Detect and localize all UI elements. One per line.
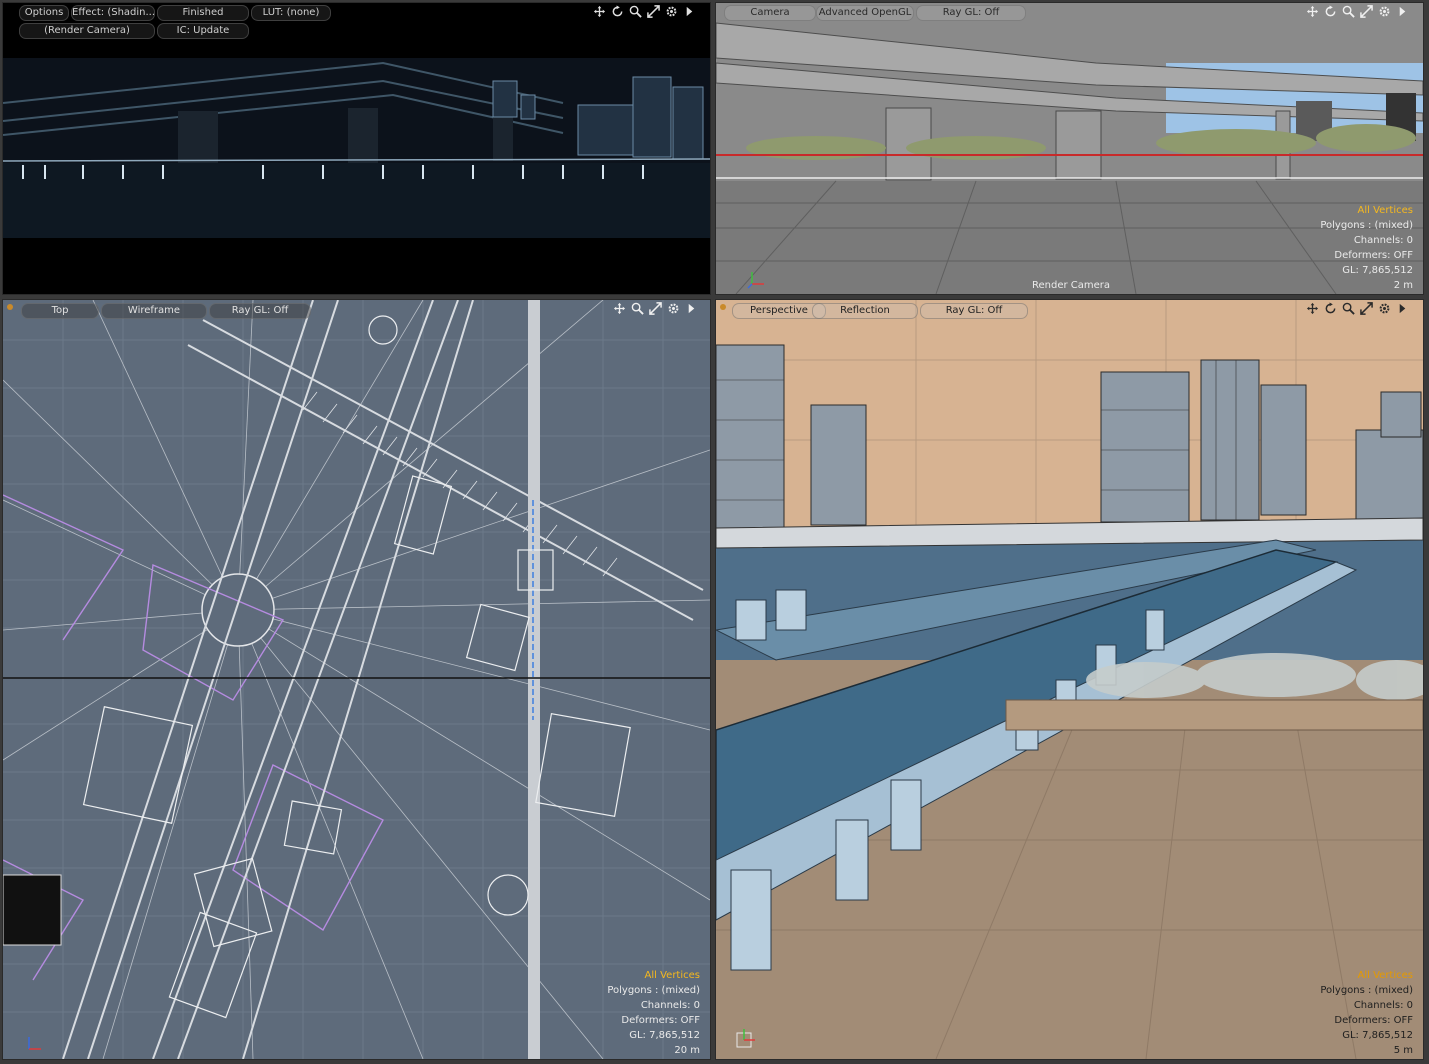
polygons-label: Polygons : (mixed) [607,985,700,996]
options-button[interactable]: Options [19,5,69,21]
axis-gizmo-icon [747,272,764,289]
top-info-overlay: All Vertices Polygons : (mixed) Channels… [607,968,700,1043]
grid-scale-label: 2 m [1393,280,1413,291]
shading-dropdown[interactable]: Reflection [812,303,918,319]
shading-dropdown[interactable]: Wireframe [101,303,207,319]
zoom-icon[interactable] [1341,4,1355,18]
view-type-dropdown[interactable]: Top [21,303,99,319]
polygons-label: Polygons : (mixed) [1320,220,1413,231]
top-view-wireframe [3,300,710,1059]
perspective-view-scene [716,300,1423,1059]
gear-icon[interactable] [1377,301,1391,315]
camera-view-controls [1305,4,1409,20]
selection-mode-label: All Vertices [1357,205,1413,216]
lut-dropdown[interactable]: LUT: (none) [251,5,331,21]
render-camera-dropdown[interactable]: (Render Camera) [19,23,155,39]
shading-dropdown[interactable]: Advanced OpenGL [816,5,914,21]
deformers-label: Deformers: OFF [621,1015,700,1026]
perspective-viewport[interactable]: Perspective Reflection Ray GL: Off All V… [715,299,1424,1060]
gl-count-label: GL: 7,865,512 [1342,265,1413,276]
selection-mode-label: All Vertices [1357,970,1413,981]
render-status-button[interactable]: Finished [157,5,249,21]
top-viewport[interactable]: Top Wireframe Ray GL: Off All Vertices P… [2,299,711,1060]
maximize-icon[interactable] [1359,301,1373,315]
selection-mode-label: All Vertices [644,970,700,981]
arrow-right-icon[interactable] [1395,4,1409,18]
deformers-label: Deformers: OFF [1334,1015,1413,1026]
gear-icon[interactable] [664,4,678,18]
rotate-icon[interactable] [1323,301,1337,315]
raygl-toggle[interactable]: Ray GL: Off [916,5,1026,21]
render-viewport[interactable]: Options Effect: (Shadin... Finished LUT:… [2,2,711,295]
gear-icon[interactable] [1377,4,1391,18]
polygons-label: Polygons : (mixed) [1320,985,1413,996]
camera-view-scene [716,3,1423,294]
rotate-icon[interactable] [610,4,624,18]
raygl-toggle[interactable]: Ray GL: Off [920,303,1028,319]
view-type-dropdown[interactable]: Camera [724,5,816,21]
top-view-controls [612,301,698,317]
maximize-icon[interactable] [648,301,662,315]
render-camera-label: Render Camera [1032,280,1111,291]
perspective-view-controls [1305,301,1409,317]
move-icon[interactable] [612,301,626,315]
arrow-right-icon[interactable] [1395,301,1409,315]
arrow-right-icon[interactable] [684,301,698,315]
camera-info-overlay: All Vertices Polygons : (mixed) Channels… [1320,203,1413,278]
move-icon[interactable] [1305,301,1319,315]
channels-label: Channels: 0 [640,1000,700,1011]
axis-gizmo-icon [28,1037,41,1050]
zoom-icon[interactable] [1341,301,1355,315]
axis-gizmo-icon [736,1029,755,1048]
top-toolbar: Top Wireframe Ray GL: Off [3,300,710,340]
zoom-icon[interactable] [630,301,644,315]
zoom-icon[interactable] [628,4,642,18]
arrow-right-icon[interactable] [682,4,696,18]
move-icon[interactable] [1305,4,1319,18]
rotate-icon[interactable] [1323,4,1337,18]
maximize-icon[interactable] [1359,4,1373,18]
camera-viewport[interactable]: Camera Advanced OpenGL Ray GL: Off All V… [715,2,1424,295]
grid-scale-label: 20 m [674,1045,700,1056]
channels-label: Channels: 0 [1353,235,1413,246]
grid-scale-label: 5 m [1393,1045,1413,1056]
channels-label: Channels: 0 [1353,1000,1413,1011]
perspective-info-overlay: All Vertices Polygons : (mixed) Channels… [1320,968,1413,1043]
gl-count-label: GL: 7,865,512 [629,1030,700,1041]
gear-icon[interactable] [666,301,680,315]
move-icon[interactable] [592,4,606,18]
deformers-label: Deformers: OFF [1334,250,1413,261]
effect-dropdown[interactable]: Effect: (Shadin... [71,5,155,21]
render-view-controls [592,4,696,20]
ic-update-button[interactable]: IC: Update [157,23,249,39]
gl-count-label: GL: 7,865,512 [1342,1030,1413,1041]
render-preview-image [3,58,710,238]
maximize-icon[interactable] [646,4,660,18]
raygl-toggle[interactable]: Ray GL: Off [209,303,311,319]
